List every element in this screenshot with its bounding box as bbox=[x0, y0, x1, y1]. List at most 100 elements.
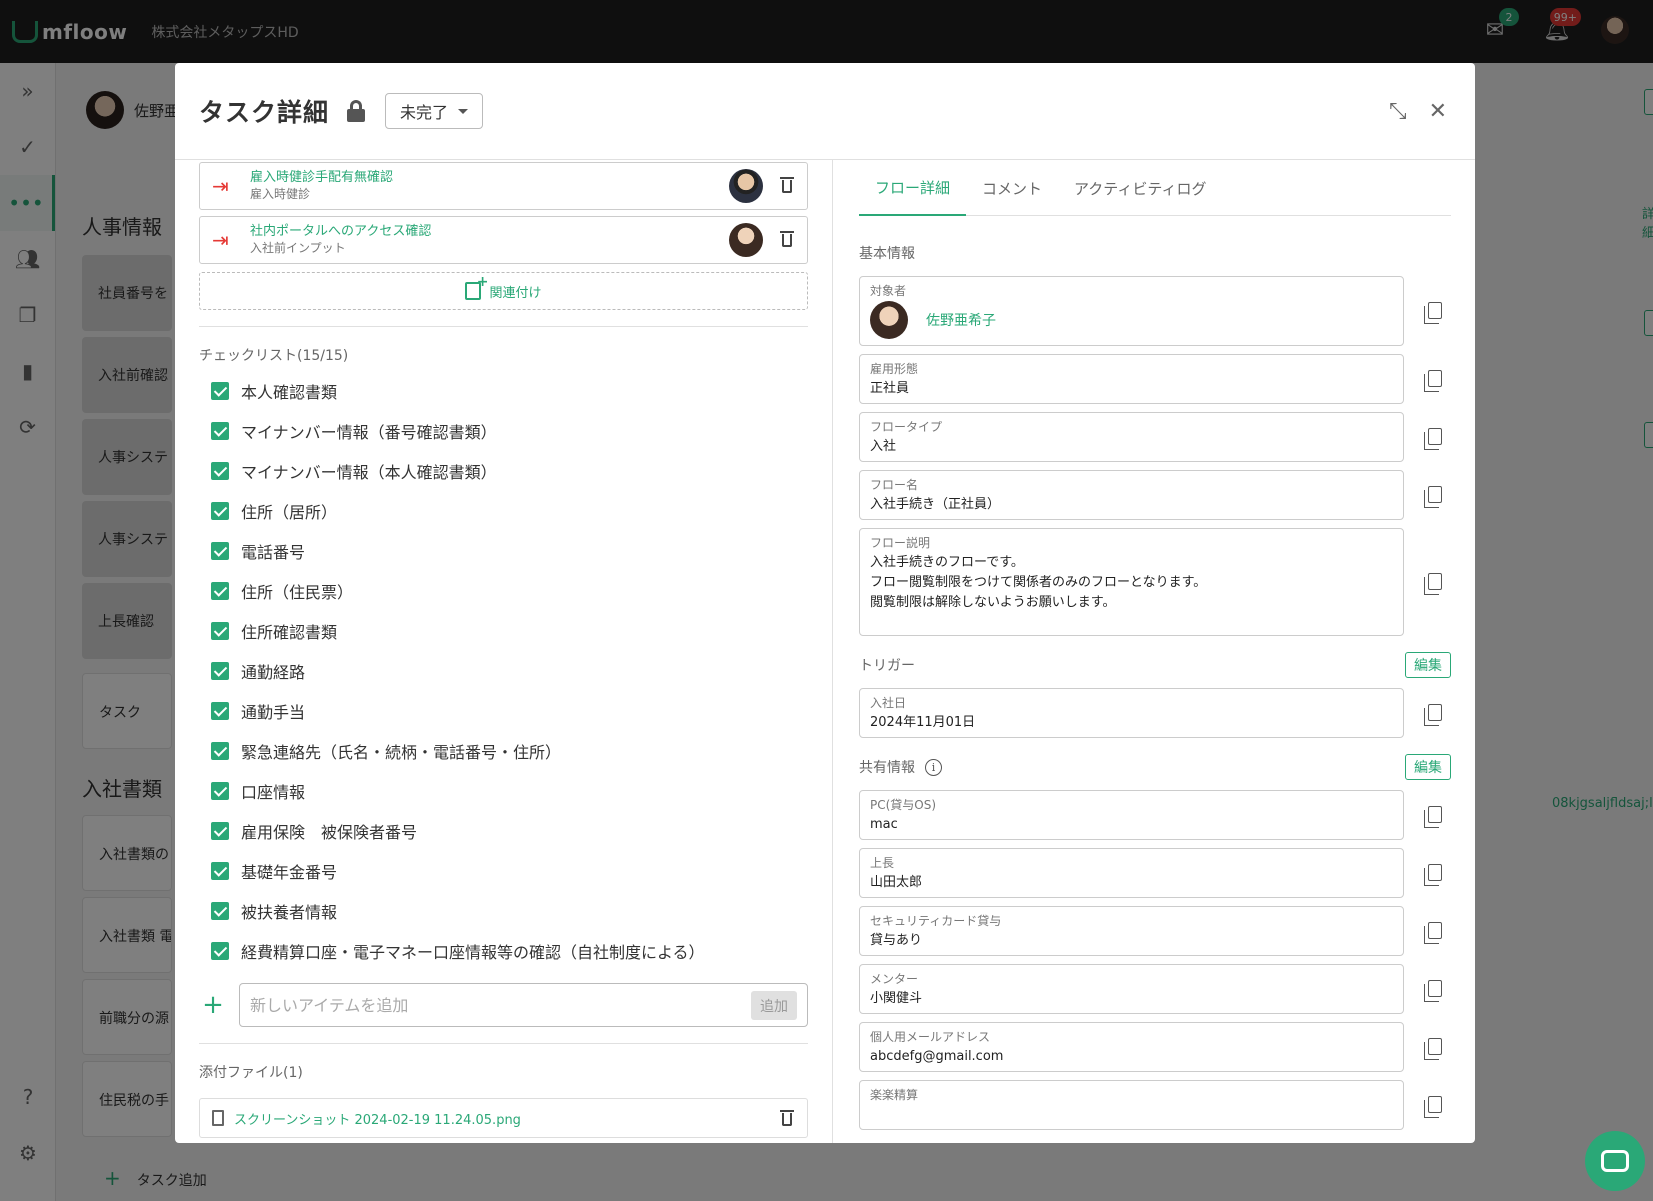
minimize-icon[interactable]: ⤡ bbox=[1389, 99, 1407, 124]
chevron-down-icon bbox=[458, 108, 469, 114]
copy-icon[interactable] bbox=[1424, 573, 1442, 595]
chat-button[interactable] bbox=[1585, 1131, 1645, 1191]
checkbox-checked-icon[interactable] bbox=[211, 622, 229, 640]
trash-icon[interactable] bbox=[780, 1110, 794, 1126]
copy-icon[interactable] bbox=[1424, 806, 1442, 828]
copy-icon[interactable] bbox=[1424, 864, 1442, 886]
checklist-item[interactable]: 緊急連絡先（氏名・続柄・電話番号・住所） bbox=[199, 731, 808, 771]
checkbox-checked-icon[interactable] bbox=[211, 662, 229, 680]
info-field[interactable]: セキュリティカード貸与 貸与あり bbox=[859, 906, 1404, 956]
arrow-right-icon: ⇥ bbox=[212, 174, 229, 198]
field-label: 楽楽精算 bbox=[870, 1088, 919, 1102]
info-field[interactable]: PC(貸与OS) mac bbox=[859, 790, 1404, 840]
tab-activity-log[interactable]: アクティビティログ bbox=[1058, 160, 1222, 216]
close-icon[interactable]: ✕ bbox=[1429, 99, 1447, 124]
checklist-item[interactable]: 経費精算口座・電子マネー口座情報等の確認（自社制度による） bbox=[199, 931, 808, 971]
info-field[interactable]: フロー説明入社手続きのフローです。 フロー閲覧制限をつけて関係者のみのフローとな… bbox=[859, 528, 1404, 636]
add-item-field[interactable]: 追加 bbox=[239, 983, 808, 1027]
checkbox-checked-icon[interactable] bbox=[211, 582, 229, 600]
checklist-item[interactable]: 住所確認書類 bbox=[199, 611, 808, 651]
field-label: 上長 bbox=[870, 856, 895, 870]
field-value: mac bbox=[870, 817, 898, 832]
copy-icon[interactable] bbox=[1424, 704, 1442, 726]
copy-icon[interactable] bbox=[1424, 922, 1442, 944]
checklist-item-label: マイナンバー情報（番号確認書類） bbox=[241, 423, 497, 442]
basic-info-label: 基本情報 bbox=[859, 246, 915, 262]
checkbox-checked-icon[interactable] bbox=[211, 542, 229, 560]
info-field[interactable]: 楽楽精算 bbox=[859, 1080, 1404, 1130]
copy-icon[interactable] bbox=[1424, 1096, 1442, 1118]
tab-flow-detail[interactable]: フロー詳細 bbox=[859, 160, 967, 216]
plus-icon[interactable]: + bbox=[199, 990, 227, 1020]
checkbox-checked-icon[interactable] bbox=[211, 942, 229, 960]
info-field[interactable]: メンター 小関健斗 bbox=[859, 964, 1404, 1014]
info-field[interactable]: フロータイプ 入社 bbox=[859, 412, 1404, 462]
related-task-title[interactable]: 社内ポータルへのアクセス確認 bbox=[250, 223, 431, 240]
copy-icon[interactable] bbox=[1424, 486, 1442, 508]
related-task-card[interactable]: ⇥ 社内ポータルへのアクセス確認 入社前インプット bbox=[199, 216, 808, 264]
tab-comment[interactable]: コメント bbox=[966, 160, 1058, 216]
add-item-button[interactable]: 追加 bbox=[751, 991, 797, 1020]
checkbox-checked-icon[interactable] bbox=[211, 702, 229, 720]
checklist-item[interactable]: 住所（住民票） bbox=[199, 571, 808, 611]
checklist-item[interactable]: 口座情報 bbox=[199, 771, 808, 811]
copy-icon[interactable] bbox=[1424, 1038, 1442, 1060]
checklist-item[interactable]: 電話番号 bbox=[199, 531, 808, 571]
info-icon[interactable]: i bbox=[925, 758, 942, 776]
trigger-header: トリガー 編集 bbox=[859, 650, 1451, 680]
trash-icon[interactable] bbox=[780, 231, 794, 247]
status-value: 未完了 bbox=[400, 103, 449, 122]
attachment-row[interactable]: スクリーンショット 2024-02-19 11.24.05.png bbox=[199, 1098, 808, 1138]
field-label: フロー説明 bbox=[870, 536, 931, 550]
trigger-edit-button[interactable]: 編集 bbox=[1405, 652, 1451, 678]
attachment-name[interactable]: スクリーンショット 2024-02-19 11.24.05.png bbox=[234, 1109, 521, 1128]
checklist-item[interactable]: 通勤手当 bbox=[199, 691, 808, 731]
checkbox-checked-icon[interactable] bbox=[211, 902, 229, 920]
info-field[interactable]: 入社日 2024年11月01日 bbox=[859, 688, 1404, 738]
trash-icon[interactable] bbox=[780, 177, 794, 193]
file-icon bbox=[212, 1110, 224, 1126]
info-field-row: セキュリティカード貸与 貸与あり bbox=[859, 906, 1451, 956]
info-field[interactable]: 雇用形態 正社員 bbox=[859, 354, 1404, 404]
checklist-item[interactable]: マイナンバー情報（番号確認書類） bbox=[199, 411, 808, 451]
checkbox-checked-icon[interactable] bbox=[211, 742, 229, 760]
checklist-item-label: 雇用保険 被保険者番号 bbox=[241, 823, 418, 842]
checklist-item[interactable]: 住所（居所） bbox=[199, 491, 808, 531]
checklist-item[interactable]: 通勤経路 bbox=[199, 651, 808, 691]
checklist-item[interactable]: 基礎年金番号 bbox=[199, 851, 808, 891]
copy-icon[interactable] bbox=[1424, 428, 1442, 450]
checklist-item[interactable]: 雇用保険 被保険者番号 bbox=[199, 811, 808, 851]
copy-icon[interactable] bbox=[1424, 370, 1442, 392]
attachments-label: 添付ファイル(1) bbox=[199, 1065, 303, 1081]
checkbox-checked-icon[interactable] bbox=[211, 422, 229, 440]
related-task-title[interactable]: 雇入時健診手配有無確認 bbox=[250, 169, 393, 186]
checkbox-checked-icon[interactable] bbox=[211, 462, 229, 480]
link-task-button[interactable]: 関連付け bbox=[199, 272, 808, 310]
checklist-item[interactable]: マイナンバー情報（本人確認書類） bbox=[199, 451, 808, 491]
add-item-input[interactable] bbox=[250, 995, 710, 1015]
copy-icon[interactable] bbox=[1424, 980, 1442, 1002]
info-field-row: 楽楽精算 bbox=[859, 1080, 1451, 1130]
checkbox-checked-icon[interactable] bbox=[211, 822, 229, 840]
checkbox-checked-icon[interactable] bbox=[211, 382, 229, 400]
shared-edit-button[interactable]: 編集 bbox=[1405, 754, 1451, 780]
checklist-label: チェックリスト(15/15) bbox=[199, 348, 349, 364]
checkbox-checked-icon[interactable] bbox=[211, 862, 229, 880]
checklist-item[interactable]: 本人確認書類 bbox=[199, 371, 808, 411]
info-field[interactable]: 個人用メールアドレス abcdefg@gmail.com bbox=[859, 1022, 1404, 1072]
field-value: 貸与あり bbox=[870, 933, 923, 948]
checkbox-checked-icon[interactable] bbox=[211, 782, 229, 800]
checkbox-checked-icon[interactable] bbox=[211, 502, 229, 520]
field-value: 入社手続きのフローです。 フロー閲覧制限をつけて関係者のみのフローとなります。 … bbox=[870, 555, 1207, 610]
field-value: 入社 bbox=[870, 439, 897, 454]
target-person-name[interactable]: 佐野亜希子 bbox=[926, 310, 996, 330]
info-field[interactable]: フロー名 入社手続き（正社員） bbox=[859, 470, 1404, 520]
related-task-card[interactable]: ⇥ 雇入時健診手配有無確認 雇入時健診 bbox=[199, 162, 808, 210]
copy-icon[interactable] bbox=[1424, 302, 1442, 324]
checklist-item[interactable]: 被扶養者情報 bbox=[199, 891, 808, 931]
trigger-label: トリガー bbox=[859, 658, 915, 674]
link-task-label: 関連付け bbox=[489, 285, 542, 301]
status-select[interactable]: 未完了 bbox=[385, 93, 484, 129]
add-item-row: + 追加 bbox=[199, 983, 808, 1027]
info-field[interactable]: 上長 山田太郎 bbox=[859, 848, 1404, 898]
